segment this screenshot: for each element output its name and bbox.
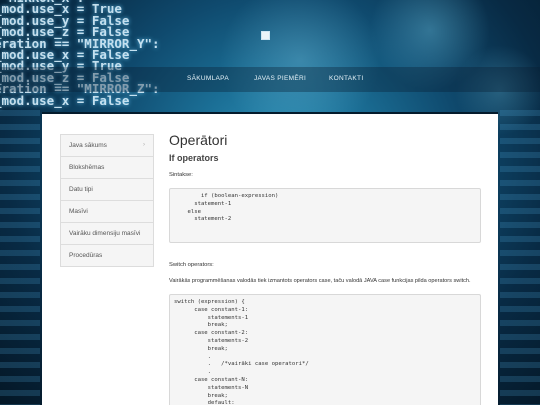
sidebar-item-procedures[interactable]: Procedūras (61, 245, 153, 266)
sidebar-item-label: Datu tipi (69, 186, 93, 193)
sidebar-item-label: Procedūras (69, 252, 103, 259)
switch-syntax-code-block: switch (expression) { case constant-1: s… (169, 294, 481, 405)
left-bokeh-decoration (0, 110, 40, 405)
switch-description: Vairākās programmēšanas valodās tiek izm… (169, 278, 471, 284)
sidebar-item-label: Vairāku dimensiju masīvi (69, 230, 141, 237)
sidebar-item-multidim-arrays[interactable]: Vairāku dimensiju masīvi (61, 223, 153, 245)
site-logo-image[interactable] (261, 31, 270, 40)
syntax-label: Sintakse: (169, 172, 193, 178)
chevron-right-icon: › (143, 142, 145, 148)
page-title: Operātori (169, 132, 228, 148)
section-subtitle: If operators (169, 153, 219, 163)
sidebar-item-label: Masīvi (69, 208, 88, 215)
hero-code-line: _mod.use_x = False (0, 92, 130, 108)
main-content: Operātori If operators (169, 131, 481, 164)
sidebar-item-java-start[interactable]: Java sākums › (61, 135, 153, 157)
switch-label: Switch operators: (169, 262, 214, 268)
sidebar-item-data-types[interactable]: Datu tipi (61, 179, 153, 201)
sidebar-item-flowcharts[interactable]: Blokshēmas (61, 157, 153, 179)
nav-item-home[interactable]: Sākumlapa (187, 75, 229, 82)
sidebar-item-label: Java sākums (69, 142, 107, 149)
nav-item-contacts[interactable]: Kontakti (329, 75, 363, 82)
sidebar-item-label: Blokshēmas (69, 164, 105, 171)
right-bokeh-decoration (500, 110, 540, 405)
if-syntax-code-block: if (boolean-expression) statement-1 else… (169, 188, 481, 243)
sidebar-item-arrays[interactable]: Masīvi (61, 201, 153, 223)
nav-item-java-examples[interactable]: Javas piemēri (254, 75, 306, 82)
sidebar-menu: Java sākums › Blokshēmas Datu tipi Masīv… (60, 134, 154, 267)
